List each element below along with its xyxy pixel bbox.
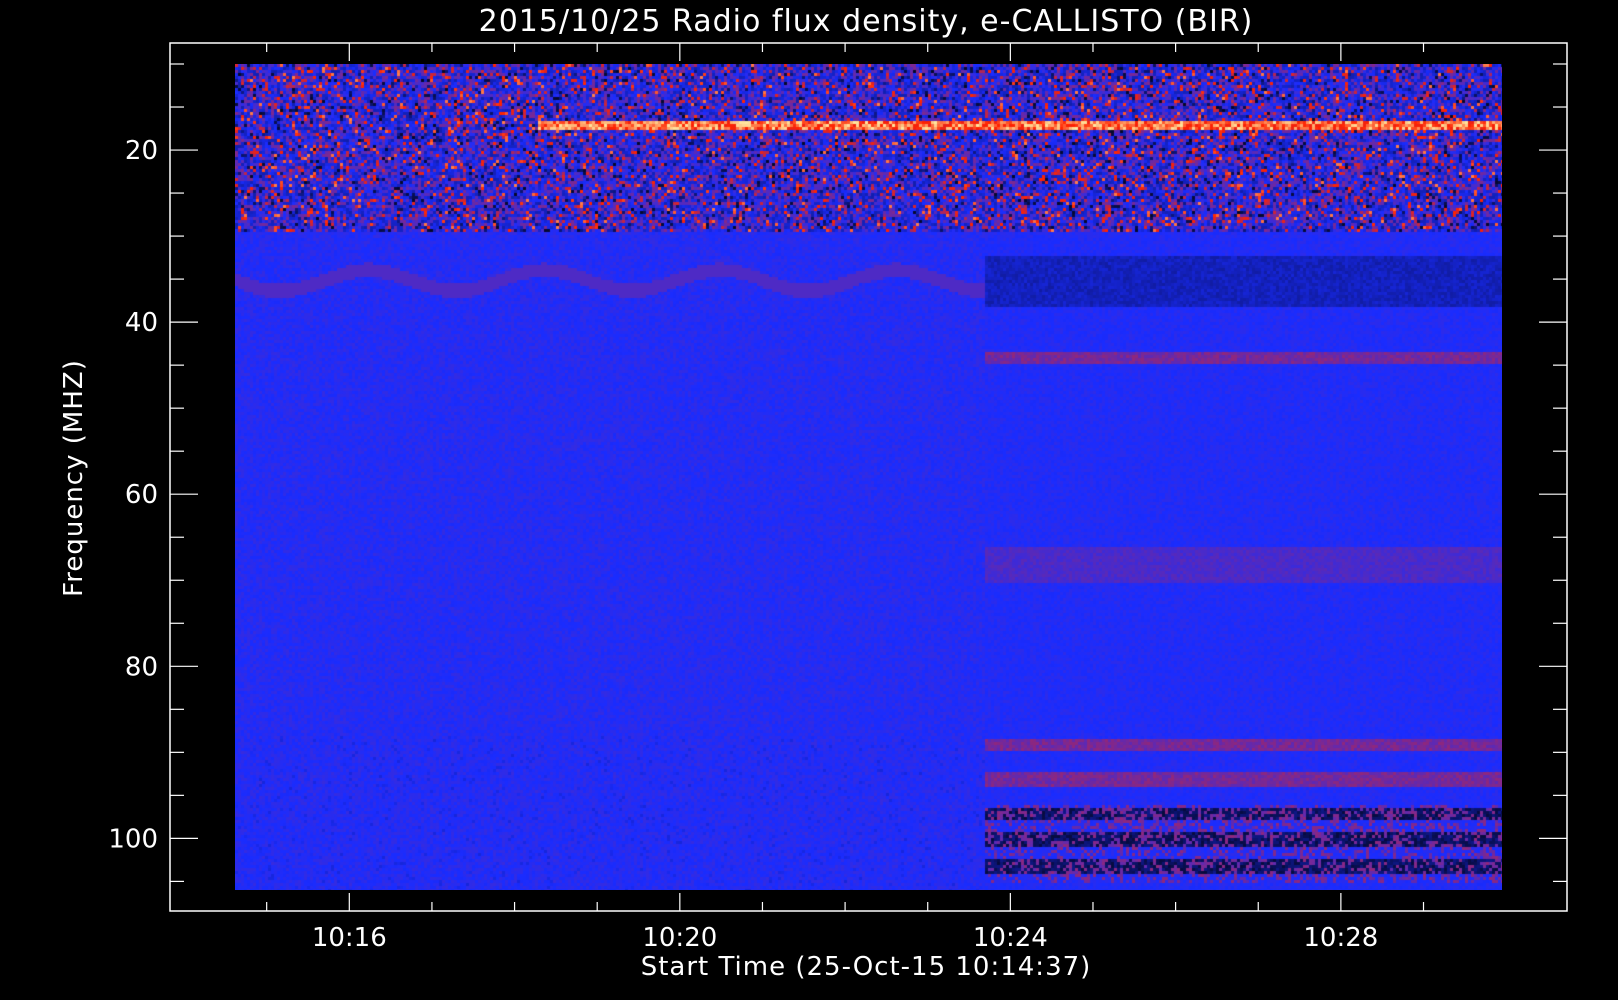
y-tick-label: 40 xyxy=(125,308,158,338)
y-tick-label: 100 xyxy=(108,824,158,854)
x-tick-label: 10:28 xyxy=(1303,923,1378,953)
y-tick-label: 80 xyxy=(125,652,158,682)
x-tick-label: 10:24 xyxy=(973,923,1048,953)
chart-title: 2015/10/25 Radio flux density, e-CALLIST… xyxy=(479,4,1254,39)
x-tick-label: 10:20 xyxy=(642,923,717,953)
y-axis-title: Frequency (MHZ) xyxy=(59,359,89,597)
spectrogram-chart: 2015/10/25 Radio flux density, e-CALLIST… xyxy=(0,0,1618,1000)
y-tick-label: 60 xyxy=(125,480,158,510)
x-tick-label: 10:16 xyxy=(312,923,387,953)
spectrogram-image xyxy=(235,64,1502,890)
x-axis-title: Start Time (25-Oct-15 10:14:37) xyxy=(641,952,1092,982)
spectrogram-raster xyxy=(235,64,1502,890)
y-tick-label: 20 xyxy=(125,136,158,166)
